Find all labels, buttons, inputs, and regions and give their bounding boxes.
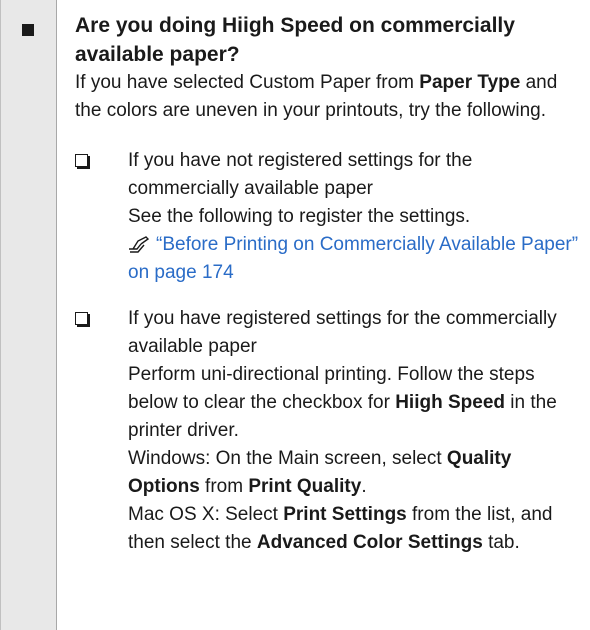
checkbox-bullet-icon xyxy=(75,154,88,167)
list-item: If you have registered settings for the … xyxy=(75,305,583,557)
sidebar-right-rule xyxy=(56,0,57,630)
list-item-text: If you have not registered settings for … xyxy=(128,147,583,287)
troubleshooting-section: Are you doing Hiigh Speed on commerciall… xyxy=(75,11,583,575)
checklist: If you have not registered settings for … xyxy=(75,147,583,557)
reference-hand-icon xyxy=(129,236,150,253)
reference-link[interactable]: “Before Printing on Commercially Availab… xyxy=(128,231,583,287)
list-item: If you have not registered settings for … xyxy=(75,147,583,287)
list-item-text: If you have registered settings for the … xyxy=(128,308,557,553)
section-heading: Are you doing Hiigh Speed on commerciall… xyxy=(75,14,515,66)
intro-paragraph: If you have selected Custom Paper from P… xyxy=(75,72,558,121)
square-bullet-icon xyxy=(22,24,34,36)
checkbox-bullet-icon xyxy=(75,312,88,325)
sidebar-left-rule xyxy=(0,0,1,630)
paper-type-term: Paper Type xyxy=(419,72,521,93)
margin-sidebar xyxy=(0,0,56,630)
